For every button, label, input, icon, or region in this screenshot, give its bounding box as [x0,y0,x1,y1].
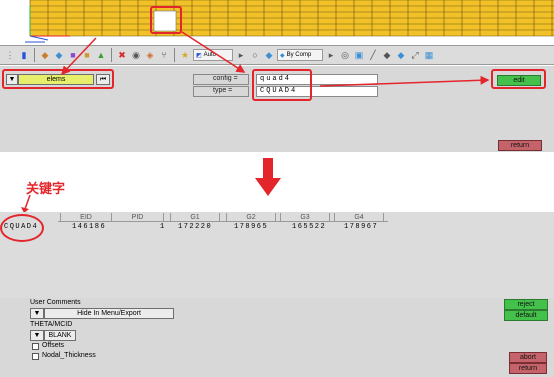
card-image-panel: EID PID G1 G2 G3 G4 CQUAD4 146186 1 1722… [0,212,554,298]
header-eid: EID [60,213,112,222]
keyword-arrow-icon [21,195,31,213]
cell-g2[interactable]: 178965 [234,223,268,232]
abort-button[interactable]: abort [509,352,547,363]
card-name-highlight [0,214,44,242]
blank-button[interactable]: BLANK [44,330,76,341]
header-g2: G2 [226,213,276,222]
header-g4: G4 [334,213,384,222]
nodal-thickness-label: Nodal_Thickness [42,352,96,359]
annotation-arrows [60,31,490,87]
blank-dropdown-arrow[interactable]: ▼ [30,330,44,341]
header-g1: G1 [170,213,220,222]
big-down-arrow-icon [255,158,281,196]
cell-g1[interactable]: 172220 [178,223,212,232]
user-comments-label: User Comments [30,299,81,306]
nodal-thickness-checkbox[interactable] [32,353,39,360]
hide-in-menu-button[interactable]: Hide In Menu/Export [44,308,174,319]
cell-g3[interactable]: 165522 [292,223,326,232]
comments-panel: User Comments ▼ Hide In Menu/Export THET… [0,298,554,377]
offsets-checkbox[interactable] [32,343,39,350]
reject-button[interactable]: reject [504,299,548,310]
header-g3: G3 [280,213,330,222]
default-button[interactable]: default [504,310,548,321]
return-button-bottom[interactable]: return [509,363,547,374]
cell-eid[interactable]: 146186 [72,223,106,232]
offsets-label: Offsets [42,342,65,349]
hide-dropdown-arrow[interactable]: ▼ [30,308,44,319]
header-pid: PID [112,213,164,222]
cell-g4[interactable]: 178967 [344,223,378,232]
theta-label: THETA/MCID [30,321,73,328]
cell-pid[interactable]: 1 [160,223,166,232]
